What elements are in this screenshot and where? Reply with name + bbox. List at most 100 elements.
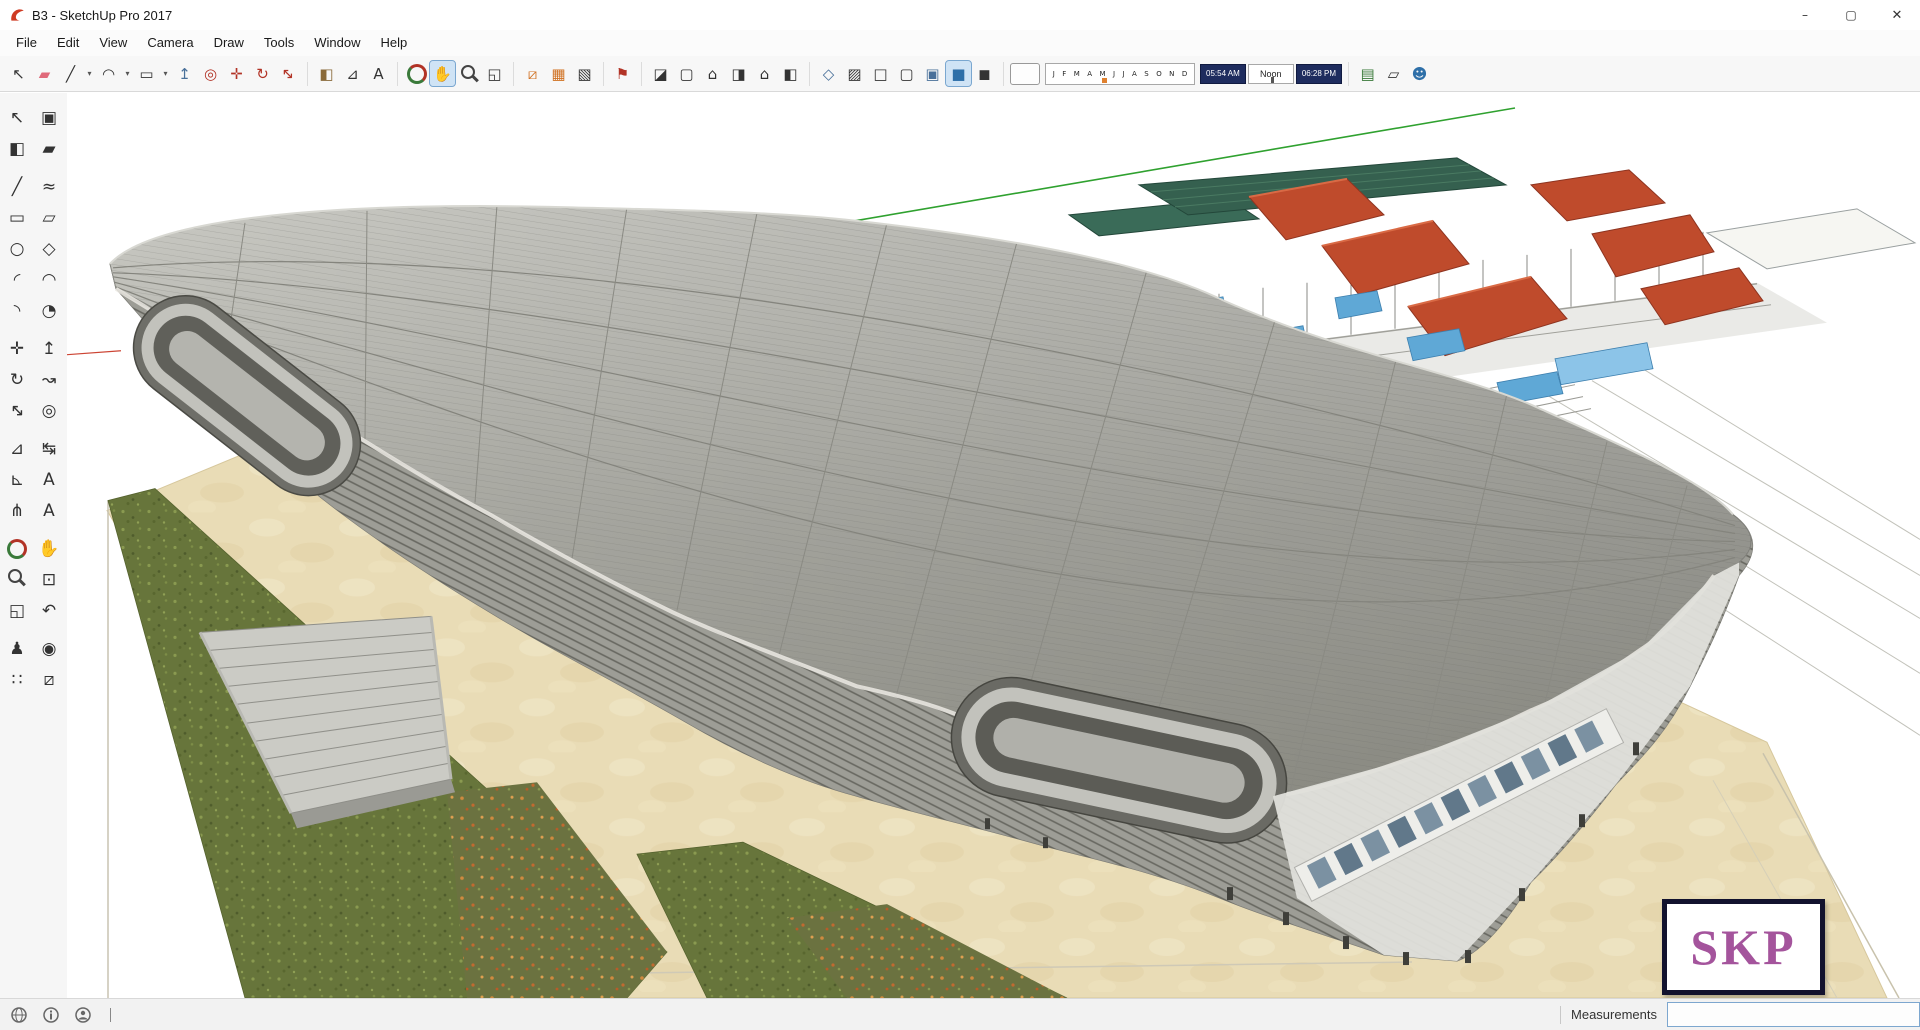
account-icon[interactable]: ☻ (1407, 61, 1432, 86)
zoom-icon[interactable] (456, 61, 481, 86)
style-shaded-icon[interactable]: ▣ (920, 61, 945, 86)
measurements-input[interactable] (1667, 1002, 1920, 1027)
view-back-icon[interactable]: ⌂ (752, 61, 777, 86)
arc-tool[interactable]: ◜ (3, 265, 32, 294)
dimension-tool[interactable]: ↹ (35, 434, 64, 463)
make-component-tool[interactable]: ▣ (35, 103, 64, 132)
tape-measure-tool[interactable]: ⊿ (3, 434, 32, 463)
view-front-icon[interactable]: ⌂ (700, 61, 725, 86)
style-back-edges-icon[interactable]: ▨ (842, 61, 867, 86)
zoom-extents-icon[interactable]: ◱ (482, 61, 507, 86)
zoom-window-tool[interactable]: ⊡ (35, 565, 64, 594)
pie-tool[interactable]: ◔ (35, 296, 64, 325)
view-iso-icon[interactable]: ◪ (648, 61, 673, 86)
style-shaded-textures-icon[interactable]: ■ (945, 60, 972, 87)
credits-button[interactable] (40, 1004, 62, 1026)
rotate-tool[interactable]: ↻ (3, 365, 32, 394)
pan-icon[interactable]: ✋ (429, 60, 456, 87)
scale-tool[interactable]: ↔ (0, 390, 38, 431)
zoom-extents-tool[interactable]: ◱ (3, 596, 32, 625)
offset-tool[interactable]: ◎ (35, 396, 64, 425)
status-divider (1560, 1005, 1562, 1024)
menu-camera[interactable]: Camera (137, 30, 203, 56)
shadow-date-slider[interactable]: J F M A M J J A S O N D (1045, 62, 1195, 85)
maximize-button[interactable]: ▢ (1828, 0, 1874, 30)
month-label: A (1132, 69, 1137, 78)
eraser-icon[interactable]: ▰ (32, 61, 57, 86)
menu-view[interactable]: View (89, 30, 137, 56)
select-icon[interactable]: ↖ (6, 61, 31, 86)
arc-icon[interactable]: ◠ (96, 61, 121, 86)
push-pull-icon[interactable]: ↥ (172, 61, 197, 86)
scale-icon[interactable]: ↔ (271, 56, 306, 91)
style-monochrome-icon[interactable]: ◼ (972, 61, 997, 86)
view-top-icon[interactable]: ▢ (674, 61, 699, 86)
select-tool[interactable]: ↖ (3, 103, 32, 132)
follow-me-tool[interactable]: ↝ (35, 365, 64, 394)
paint-bucket-icon[interactable]: ◧ (314, 61, 339, 86)
menu-draw[interactable]: Draw (204, 30, 254, 56)
offset-icon[interactable]: ◎ (198, 61, 223, 86)
3d-text-tool[interactable]: A (35, 496, 64, 525)
menu-file[interactable]: File (6, 30, 47, 56)
add-location-icon[interactable]: ⚑ (610, 61, 635, 86)
window-title: B3 - SketchUp Pro 2017 (32, 7, 173, 23)
menu-window[interactable]: Window (304, 30, 370, 56)
line-dropdown-icon[interactable]: ▾ (84, 61, 95, 86)
rotated-rectangle-tool[interactable]: ▱ (35, 203, 64, 232)
text-tool[interactable]: A (35, 465, 64, 494)
push-pull-tool[interactable]: ↥ (35, 334, 64, 363)
protractor-tool[interactable]: ⊾ (3, 465, 32, 494)
rectangle-tool[interactable]: ▭ (3, 203, 32, 232)
style-wireframe-icon[interactable]: □ (868, 61, 893, 86)
orbit-tool[interactable] (3, 534, 32, 563)
tag-icon[interactable]: ▱ (1381, 61, 1406, 86)
toolbar-separator (1003, 61, 1004, 86)
polygon-tool[interactable]: ◇ (35, 234, 64, 263)
section-plane-icon[interactable]: ⧄ (520, 61, 545, 86)
line-icon[interactable]: ╱ (58, 61, 83, 86)
shapes-icon[interactable]: ▭ (134, 61, 159, 86)
move-tool[interactable]: ✛ (3, 334, 32, 363)
geolocation-button[interactable] (8, 1004, 30, 1026)
style-hidden-line-icon[interactable]: ▢ (894, 61, 919, 86)
text-icon[interactable]: A (366, 61, 391, 86)
minimize-button[interactable]: – (1782, 0, 1828, 30)
style-xray-icon[interactable]: ◇ (816, 61, 841, 86)
pan-tool[interactable]: ✋ (35, 534, 64, 563)
freehand-tool[interactable]: ≈ (35, 172, 64, 201)
three-point-arc-tool[interactable]: ◝ (3, 296, 32, 325)
section-plane-tool[interactable]: ⧄ (35, 665, 64, 694)
view-left-icon[interactable]: ◧ (778, 61, 803, 86)
viewport-canvas[interactable]: SKP (67, 93, 1920, 998)
shadows-toggle-button[interactable] (1010, 62, 1040, 85)
orbit-icon[interactable] (404, 61, 429, 86)
move-icon[interactable]: ✛ (224, 61, 249, 86)
view-right-icon[interactable]: ◨ (726, 61, 751, 86)
menu-help[interactable]: Help (371, 30, 418, 56)
shadow-date-marker[interactable] (1102, 77, 1108, 83)
main-toolbar: ↖ ▰ ╱ ▾ ◠ ▾ ▭ ▾ ↥ ◎ ✛ ↻ ↔ ◧ ⊿ A ✋ ◱ ⧄ ▦ … (0, 56, 1920, 92)
display-section-planes-icon[interactable]: ▦ (546, 61, 571, 86)
image-icon[interactable]: ▤ (1355, 61, 1380, 86)
circle-tool[interactable]: ○ (3, 234, 32, 263)
paint-bucket-tool[interactable]: ◧ (3, 134, 32, 163)
axes-tool[interactable]: ⋔ (3, 496, 32, 525)
arc-dropdown-icon[interactable]: ▾ (122, 61, 133, 86)
two-point-arc-tool[interactable]: ◠ (35, 265, 64, 294)
display-section-cuts-icon[interactable]: ▧ (572, 61, 597, 86)
tape-measure-icon[interactable]: ⊿ (340, 61, 365, 86)
menu-tools[interactable]: Tools (254, 30, 304, 56)
position-camera-tool[interactable]: ♟ (3, 634, 32, 663)
line-tool[interactable]: ╱ (3, 172, 32, 201)
close-button[interactable]: ✕ (1874, 0, 1920, 30)
menu-edit[interactable]: Edit (47, 30, 89, 56)
shapes-dropdown-icon[interactable]: ▾ (160, 61, 171, 86)
zoom-tool[interactable] (3, 565, 32, 594)
walk-tool[interactable]: ∷ (3, 665, 32, 694)
sign-in-button[interactable] (72, 1004, 94, 1026)
eraser-tool[interactable]: ▰ (35, 134, 64, 163)
look-around-tool[interactable]: ◉ (35, 634, 64, 663)
shadow-time-slider[interactable]: Noon (1247, 63, 1294, 84)
previous-tool[interactable]: ↶ (35, 596, 64, 625)
